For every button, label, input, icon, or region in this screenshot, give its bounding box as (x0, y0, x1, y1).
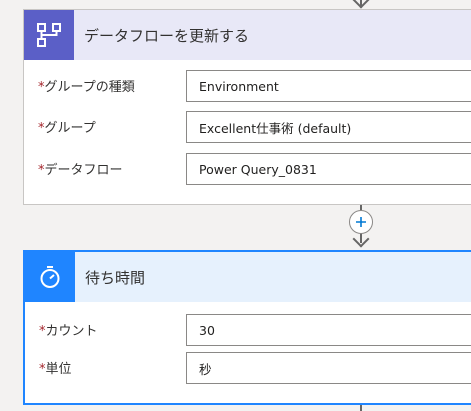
delay-title: 待ち時間 (85, 268, 146, 287)
field-row-group: *グループ Excellent仕事術 (default) (24, 111, 471, 143)
dataflow-field[interactable]: Power Query_0831 (186, 153, 471, 185)
field-row-count: *カウント 30 (25, 314, 471, 346)
count-label-text: カウント (45, 324, 98, 339)
timer-icon (25, 252, 75, 302)
delay-card[interactable]: 待ち時間 *カウント 30 *単位 秒 (23, 250, 471, 405)
dataflow-label-text: データフロー (44, 163, 123, 178)
group-label: *グループ (38, 117, 96, 136)
plus-icon (356, 217, 366, 227)
count-label: *カウント (39, 320, 98, 339)
group-type-field[interactable]: Environment (186, 70, 471, 102)
arrow-down-icon (352, 0, 370, 9)
refresh-dataflow-title: データフローを更新する (84, 26, 250, 45)
group-type-label-text: グループの種類 (44, 80, 135, 95)
field-row-group-type: *グループの種類 Environment (24, 70, 471, 102)
refresh-dataflow-header[interactable]: データフローを更新する (24, 10, 471, 60)
delay-header[interactable]: 待ち時間 (25, 252, 471, 302)
group-label-text: グループ (44, 121, 96, 136)
refresh-dataflow-card[interactable]: データフローを更新する *グループの種類 Environment *グループ E… (23, 9, 471, 205)
unit-label-text: 単位 (45, 362, 72, 377)
dataflow-label: *データフロー (38, 159, 123, 178)
connector-line-bottom (360, 405, 362, 411)
unit-label: *単位 (39, 358, 72, 377)
dataflow-icon (24, 10, 74, 60)
group-type-label: *グループの種類 (38, 76, 135, 95)
field-row-unit: *単位 秒 (25, 352, 471, 384)
unit-field[interactable]: 秒 (186, 352, 471, 384)
group-field[interactable]: Excellent仕事術 (default) (186, 111, 471, 143)
arrow-down-icon (352, 230, 370, 248)
count-field[interactable]: 30 (186, 314, 471, 346)
field-row-dataflow: *データフロー Power Query_0831 (24, 153, 471, 185)
